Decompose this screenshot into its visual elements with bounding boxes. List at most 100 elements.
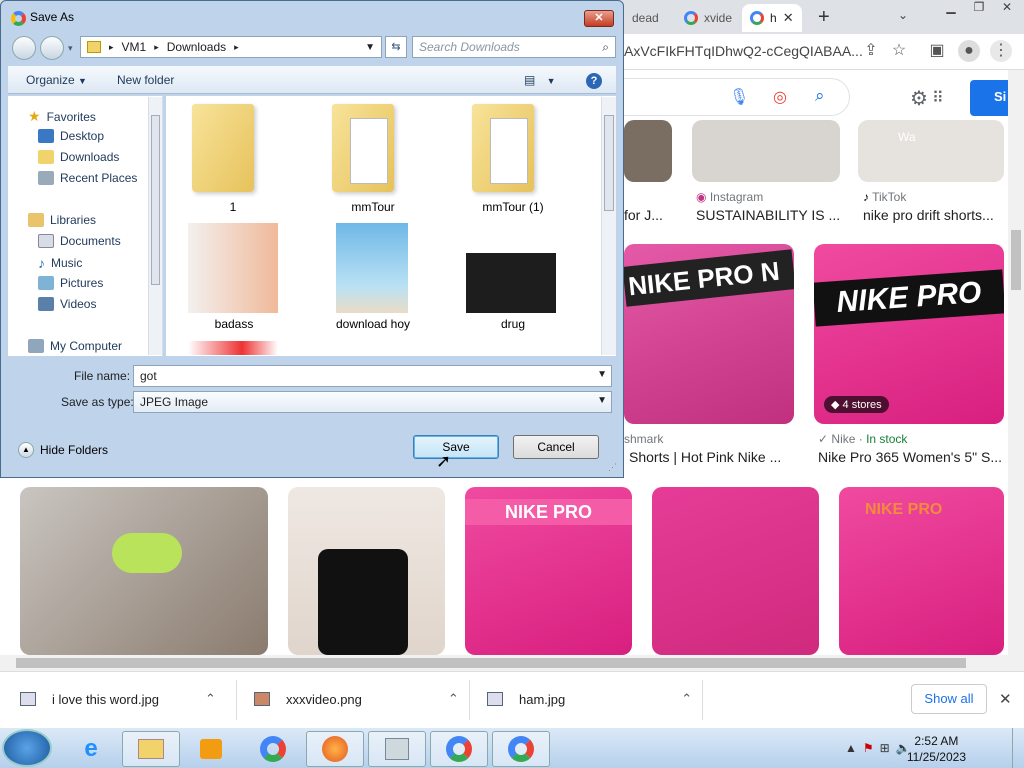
profile-icon[interactable]: ●: [958, 40, 980, 62]
firefox-icon[interactable]: [306, 731, 364, 767]
save-button[interactable]: Save: [413, 435, 499, 459]
nav-pictures[interactable]: Pictures: [38, 276, 103, 290]
chrome-icon[interactable]: [430, 731, 488, 767]
file-name[interactable]: download hoy: [322, 317, 424, 331]
file-name-input[interactable]: got ▼: [133, 365, 612, 387]
page-vertical-scrollbar[interactable]: [1008, 70, 1024, 655]
media-player-icon[interactable]: [182, 731, 240, 767]
close-downloads-icon[interactable]: ✕: [999, 690, 1012, 708]
nav-music[interactable]: ♪ Music: [38, 255, 82, 271]
result-title[interactable]: Shorts | Hot Pink Nike ...: [629, 449, 805, 465]
lens-icon[interactable]: ◎: [773, 87, 787, 107]
folder-icon[interactable]: [472, 104, 534, 192]
file-name[interactable]: mmTour: [322, 200, 424, 214]
minimize-icon[interactable]: ▁: [940, 0, 962, 20]
file-name[interactable]: badass: [192, 317, 276, 331]
app-icon[interactable]: [368, 731, 426, 767]
menu-kebab-icon[interactable]: ⋮: [990, 40, 1012, 62]
chevron-up-icon[interactable]: ⌃: [448, 691, 459, 707]
back-button[interactable]: [12, 36, 36, 60]
tab-active[interactable]: h ✕: [742, 4, 802, 32]
result-image[interactable]: Wa: [858, 120, 1004, 182]
mic-icon[interactable]: 🎙: [729, 87, 749, 107]
show-all-button[interactable]: Show all: [911, 684, 987, 714]
breadcrumb-item[interactable]: VM1: [122, 40, 147, 54]
close-icon[interactable]: ✕: [584, 10, 614, 27]
chevron-down-icon[interactable]: ▼: [597, 369, 607, 380]
breadcrumb-item[interactable]: Downloads: [167, 40, 226, 54]
result-image[interactable]: [20, 487, 268, 655]
chevron-down-icon[interactable]: ▼: [365, 42, 375, 53]
nav-videos[interactable]: Videos: [38, 297, 96, 311]
close-window-icon[interactable]: ✕: [996, 0, 1018, 20]
new-tab-icon[interactable]: +: [818, 6, 830, 29]
image-thumbnail[interactable]: [188, 341, 278, 355]
side-panel-icon[interactable]: ▣: [926, 40, 948, 62]
folder-icon[interactable]: [192, 104, 254, 192]
breadcrumb[interactable]: ▸ VM1 ▸ Downloads ▸ ▼: [80, 36, 382, 58]
hide-folders-button[interactable]: ▲ Hide Folders: [18, 442, 108, 458]
scroll-thumb[interactable]: [604, 115, 614, 211]
settings-gear-icon[interactable]: ⚙: [910, 86, 928, 111]
resize-grip-icon[interactable]: ⋰: [608, 462, 617, 473]
show-desktop-button[interactable]: [1012, 728, 1024, 768]
chevron-up-icon[interactable]: ⌃: [205, 691, 216, 707]
cancel-button[interactable]: Cancel: [513, 435, 599, 459]
result-title[interactable]: for J...: [624, 207, 684, 223]
file-name[interactable]: 1: [192, 200, 274, 214]
close-tab-icon[interactable]: ✕: [783, 10, 794, 26]
explorer-icon[interactable]: [122, 731, 180, 767]
url-text[interactable]: AxVcFIkFHTqIDhwQ2-cCegQIABAA...: [624, 43, 863, 59]
bookmark-star-icon[interactable]: ☆: [888, 40, 910, 62]
nav-libraries[interactable]: Libraries: [28, 213, 96, 227]
save-as-type-select[interactable]: JPEG Image ▼: [133, 391, 612, 413]
clock[interactable]: 2:52 AM 11/25/2023: [907, 733, 966, 765]
start-button[interactable]: [2, 729, 52, 767]
refresh-icon[interactable]: ⇆: [385, 36, 407, 58]
result-image[interactable]: [624, 120, 672, 182]
nav-my-computer[interactable]: My Computer: [28, 339, 122, 353]
share-icon[interactable]: ⇪: [860, 40, 882, 62]
result-image[interactable]: [288, 487, 445, 655]
result-image[interactable]: NIKE PRO ◆ 4 stores: [814, 244, 1004, 424]
chrome-icon[interactable]: [492, 731, 550, 767]
result-image[interactable]: [652, 487, 819, 655]
apps-grid-icon[interactable]: ⠿: [932, 88, 944, 108]
chrome-icon[interactable]: [244, 731, 302, 767]
tab-dead[interactable]: dead: [624, 4, 672, 32]
page-horizontal-scrollbar[interactable]: [0, 655, 1024, 671]
tab-xvideos[interactable]: xvide: [676, 4, 738, 32]
nav-favorites[interactable]: ★ Favorites: [28, 108, 96, 125]
result-title[interactable]: Nike Pro 365 Women's 5" S...: [818, 449, 1004, 465]
image-thumbnail[interactable]: [336, 223, 408, 313]
scroll-thumb[interactable]: [1011, 230, 1021, 290]
new-folder-button[interactable]: New folder: [117, 73, 174, 87]
forward-button[interactable]: [40, 36, 64, 60]
file-name[interactable]: mmTour (1): [462, 200, 564, 214]
recent-dropdown-icon[interactable]: ▾: [68, 43, 73, 54]
result-image[interactable]: [692, 120, 840, 182]
flag-icon[interactable]: ⚑: [863, 741, 874, 755]
image-thumbnail[interactable]: [466, 253, 556, 313]
maximize-icon[interactable]: ❐: [968, 0, 990, 20]
result-image[interactable]: NIKE PRO: [465, 487, 632, 655]
network-icon[interactable]: ⊞: [880, 741, 890, 755]
ie-icon[interactable]: e: [62, 731, 120, 767]
file-scrollbar[interactable]: [601, 97, 616, 355]
result-image[interactable]: NIKE PRO N: [624, 244, 794, 424]
nav-recent-places[interactable]: Recent Places: [38, 171, 137, 185]
help-icon[interactable]: ?: [586, 73, 602, 89]
result-title[interactable]: nike pro drift shorts...: [863, 207, 1004, 223]
image-thumbnail[interactable]: [188, 223, 278, 313]
view-icon[interactable]: ▤ ▼: [524, 73, 556, 87]
chevron-up-icon[interactable]: ⌃: [681, 691, 692, 707]
nav-scrollbar[interactable]: [148, 97, 162, 355]
nav-desktop[interactable]: Desktop: [38, 129, 104, 143]
nav-downloads[interactable]: Downloads: [38, 150, 119, 164]
folder-icon[interactable]: [332, 104, 394, 192]
result-image[interactable]: NIKE PRO: [839, 487, 1004, 655]
download-item[interactable]: ham.jpg ⌃: [487, 691, 692, 707]
file-name[interactable]: drug: [462, 317, 564, 331]
scroll-thumb[interactable]: [151, 115, 160, 285]
result-title[interactable]: SUSTAINABILITY IS ...: [696, 207, 841, 223]
